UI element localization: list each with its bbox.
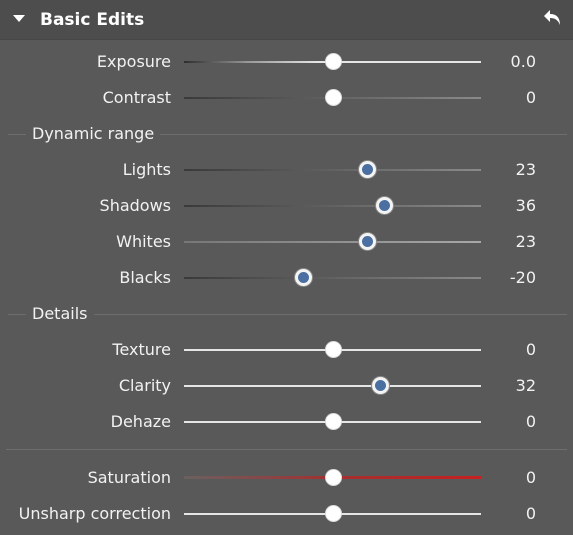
- shadows-slider-row: Shadows 36: [0, 188, 573, 224]
- section-divider: [6, 449, 567, 450]
- whites-thumb[interactable]: [358, 233, 376, 250]
- exposure-slider-row: Exposure 0.0: [0, 44, 573, 80]
- contrast-value[interactable]: 0: [526, 80, 536, 116]
- panel-header[interactable]: Basic Edits: [0, 0, 573, 40]
- lights-slider-row: Lights 23: [0, 152, 573, 188]
- section-divider: [8, 314, 26, 315]
- contrast-label: Contrast: [102, 88, 171, 107]
- blacks-label: Blacks: [119, 268, 171, 287]
- shadows-label: Shadows: [99, 196, 171, 215]
- saturation-thumb[interactable]: [324, 469, 342, 486]
- blacks-value[interactable]: -20: [510, 260, 536, 296]
- unsharp-correction-slider-row: Unsharp correction 0: [0, 496, 573, 532]
- dynamic-range-title: Dynamic range: [32, 124, 155, 143]
- clarity-track[interactable]: [184, 385, 481, 387]
- saturation-slider-row: Saturation 0: [0, 460, 573, 496]
- texture-slider-row: Texture 0: [0, 332, 573, 368]
- whites-slider-row: Whites 23: [0, 224, 573, 260]
- blacks-track[interactable]: [184, 277, 481, 279]
- blacks-slider-row: Blacks -20: [0, 260, 573, 296]
- saturation-value[interactable]: 0: [526, 460, 536, 496]
- triangle-down-icon[interactable]: [13, 15, 25, 22]
- undo-icon[interactable]: [541, 6, 565, 30]
- unsharp-correction-value[interactable]: 0: [526, 496, 536, 532]
- clarity-thumb[interactable]: [372, 377, 390, 394]
- lights-track[interactable]: [184, 169, 481, 171]
- exposure-label: Exposure: [96, 52, 171, 71]
- details-title: Details: [32, 304, 88, 323]
- exposure-thumb[interactable]: [324, 53, 342, 70]
- shadows-value[interactable]: 36: [516, 188, 536, 224]
- unsharp-correction-thumb[interactable]: [324, 505, 342, 522]
- details-section: Details: [0, 296, 573, 332]
- whites-track[interactable]: [184, 241, 481, 243]
- saturation-label: Saturation: [87, 468, 171, 487]
- lights-value[interactable]: 23: [516, 152, 536, 188]
- unsharp-correction-label: Unsharp correction: [18, 504, 171, 523]
- dehaze-value[interactable]: 0: [526, 404, 536, 440]
- section-divider: [160, 134, 567, 135]
- clarity-slider-row: Clarity 32: [0, 368, 573, 404]
- dehaze-thumb[interactable]: [324, 413, 342, 430]
- shadows-thumb[interactable]: [376, 197, 394, 214]
- dehaze-label: Dehaze: [110, 412, 171, 431]
- whites-label: Whites: [116, 232, 171, 251]
- clarity-value[interactable]: 32: [516, 368, 536, 404]
- contrast-thumb[interactable]: [324, 89, 342, 106]
- section-divider: [8, 134, 26, 135]
- contrast-slider-row: Contrast 0: [0, 80, 573, 116]
- texture-label: Texture: [112, 340, 171, 359]
- lights-thumb[interactable]: [358, 161, 376, 178]
- shadows-track[interactable]: [184, 205, 481, 207]
- texture-thumb[interactable]: [324, 341, 342, 358]
- blacks-thumb[interactable]: [294, 269, 312, 286]
- panel-title: Basic Edits: [40, 10, 145, 30]
- section-divider: [94, 314, 567, 315]
- whites-value[interactable]: 23: [516, 224, 536, 260]
- clarity-label: Clarity: [118, 376, 171, 395]
- lights-label: Lights: [122, 160, 171, 179]
- texture-value[interactable]: 0: [526, 332, 536, 368]
- exposure-value[interactable]: 0.0: [511, 44, 536, 80]
- dynamic-range-section: Dynamic range: [0, 116, 573, 152]
- dehaze-slider-row: Dehaze 0: [0, 404, 573, 440]
